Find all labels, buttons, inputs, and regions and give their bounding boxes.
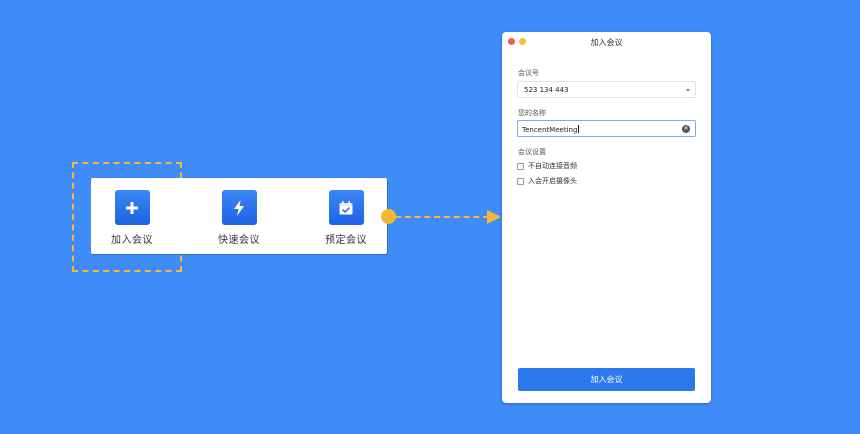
chevron-down-icon[interactable] bbox=[686, 89, 690, 92]
quick-meeting-tile[interactable] bbox=[221, 190, 257, 225]
name-input[interactable]: TencentMeeting ✕ bbox=[517, 120, 696, 137]
action-strip: 加入会议 快速会议 预定会议 bbox=[91, 178, 387, 254]
quick-meeting-action[interactable]: 快速会议 bbox=[199, 178, 279, 254]
name-label: 您的名称 bbox=[518, 109, 546, 117]
lightning-icon bbox=[234, 199, 244, 216]
calendar-check-icon bbox=[339, 200, 353, 214]
connector-line bbox=[395, 216, 489, 218]
window-titlebar[interactable]: 加入会议 bbox=[502, 32, 711, 52]
connector-arrow-icon bbox=[487, 210, 501, 224]
schedule-meeting-label: 预定会议 bbox=[325, 235, 367, 246]
clear-icon[interactable]: ✕ bbox=[682, 125, 690, 133]
join-meeting-label: 加入会议 bbox=[111, 235, 153, 246]
join-button[interactable]: 加入会议 bbox=[518, 368, 695, 391]
plus-icon bbox=[126, 201, 138, 214]
meeting-id-value: 523 134 443 bbox=[524, 86, 569, 94]
camera-on-checkbox[interactable] bbox=[517, 177, 524, 185]
option-no-audio[interactable]: 不自动连接音频 bbox=[517, 161, 577, 171]
meeting-id-label: 会议号 bbox=[518, 69, 539, 77]
no-audio-label: 不自动连接音频 bbox=[528, 162, 577, 170]
option-camera-on[interactable]: 入会开启摄像头 bbox=[517, 176, 577, 186]
name-value: TencentMeeting bbox=[522, 126, 578, 134]
connector-dot bbox=[381, 209, 396, 224]
camera-on-label: 入会开启摄像头 bbox=[528, 177, 577, 185]
join-meeting-tile[interactable] bbox=[114, 190, 150, 225]
schedule-meeting-action[interactable]: 预定会议 bbox=[306, 178, 386, 254]
join-meeting-window: 加入会议 会议号 523 134 443 您的名称 TencentMeeting… bbox=[502, 32, 711, 403]
quick-meeting-label: 快速会议 bbox=[218, 235, 260, 246]
join-meeting-action[interactable]: 加入会议 bbox=[92, 178, 172, 254]
no-audio-checkbox[interactable] bbox=[517, 162, 524, 170]
text-cursor bbox=[578, 125, 580, 133]
window-title: 加入会议 bbox=[590, 38, 623, 47]
meeting-id-select[interactable]: 523 134 443 bbox=[517, 81, 696, 98]
schedule-meeting-tile[interactable] bbox=[328, 190, 364, 225]
settings-label: 会议设置 bbox=[518, 148, 546, 156]
